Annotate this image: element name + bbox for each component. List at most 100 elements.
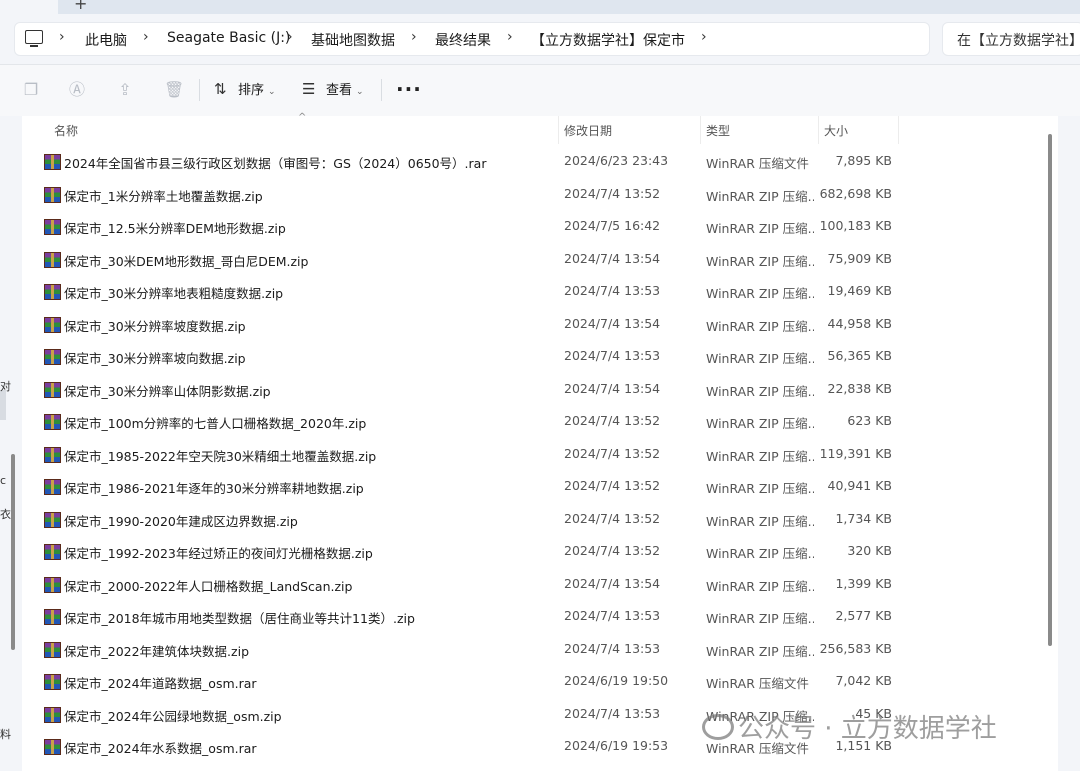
file-row[interactable]: 保定市_30米分辨率山体阴影数据.zip 2024/7/4 13:54 WinRAR… [22, 374, 1058, 406]
nav-selected-item[interactable] [0, 390, 6, 420]
file-name: 保定市_2022年建筑体块数据.zip [64, 644, 250, 659]
delete-icon[interactable]: 🗑 [164, 81, 184, 99]
chevron-right-icon[interactable]: › [411, 29, 417, 45]
file-size: 1,734 KB [835, 511, 892, 526]
chevron-right-icon[interactable]: › [287, 29, 293, 45]
winrar-archive-icon [44, 739, 61, 755]
sort-label: 排序 [238, 83, 265, 98]
file-name: 保定市_30米DEM地形数据_哥白尼DEM.zip [64, 254, 309, 269]
nav-item-fragment[interactable]: 料 [0, 726, 11, 742]
column-header-size[interactable]: 大小 [819, 116, 898, 144]
winrar-archive-icon [44, 154, 61, 170]
winrar-archive-icon [44, 219, 61, 235]
column-header-type[interactable]: 类型 [701, 116, 818, 144]
chevron-right-icon[interactable]: › [143, 29, 149, 45]
file-date: 2024/6/19 19:50 [564, 673, 669, 688]
file-size: 40,941 KB [827, 478, 892, 493]
file-row[interactable]: 保定市_12.5米分辨率DEM地形数据.zip 2024/7/5 16:42 Win… [22, 211, 1058, 243]
file-row[interactable]: 保定市_2024年道路数据_osm.rar 2024/6/19 19:50 WinR… [22, 666, 1058, 698]
file-size: 100,183 KB [819, 218, 892, 233]
active-tab[interactable] [0, 0, 58, 14]
file-size: 56,365 KB [827, 348, 892, 363]
address-bar[interactable]: › 此电脑 › Seagate Basic (J:) › 基础地图数据 › 最终… [14, 22, 930, 56]
file-row[interactable]: 保定市_30米分辨率坡向数据.zip 2024/7/4 13:53 WinRAR Z… [22, 341, 1058, 373]
file-size: 7,042 KB [835, 673, 892, 688]
winrar-archive-icon [44, 284, 61, 300]
view-label: 查看 [326, 83, 353, 98]
breadcrumb-current-folder[interactable]: 【立方数据学社】保定市 [531, 30, 685, 50]
breadcrumb-this-pc[interactable]: 此电脑 [85, 30, 127, 50]
breadcrumb-folder-base-maps[interactable]: 基础地图数据 [311, 30, 395, 50]
file-name: 保定市_1985-2022年空天院30米精细土地覆盖数据.zip [64, 449, 377, 464]
nav-item-fragment[interactable]: 衣 [0, 506, 11, 522]
file-row[interactable]: 保定市_30米分辨率地表粗糙度数据.zip 2024/7/4 13:53 WinRA… [22, 276, 1058, 308]
file-row[interactable]: 保定市_1985-2022年空天院30米精细土地覆盖数据.zip 2024/7/4… [22, 439, 1058, 471]
column-header-date[interactable]: 修改日期 [559, 116, 700, 144]
file-name: 保定市_1米分辨率土地覆盖数据.zip [64, 189, 263, 204]
file-date: 2024/6/19 19:53 [564, 738, 669, 753]
column-divider[interactable] [898, 116, 899, 144]
file-row[interactable]: 保定市_30米DEM地形数据_哥白尼DEM.zip 2024/7/4 13:54 W… [22, 244, 1058, 276]
file-row[interactable]: 保定市_1992-2023年经过矫正的夜间灯光栅格数据.zip 2024/7/4 … [22, 536, 1058, 568]
nav-item-fragment[interactable]: c [0, 474, 6, 487]
winrar-archive-icon [44, 447, 61, 463]
file-name: 保定市_1986-2021年逐年的30米分辨率耕地数据.zip [64, 481, 364, 496]
search-placeholder: 在【立方数据学社】保... [957, 33, 1080, 49]
breadcrumb-drive[interactable]: Seagate Basic (J:) [167, 30, 290, 46]
file-row[interactable]: 保定市_100m分辨率的七普人口栅格数据_2020年.zip 2024/7/4 1… [22, 406, 1058, 438]
file-list-scrollbar[interactable] [1048, 134, 1052, 646]
file-size: 75,909 KB [827, 251, 892, 266]
rename-icon[interactable]: Ⓐ [68, 81, 86, 99]
file-name: 2024年全国省市县三级行政区划数据（审图号：GS（2024）0650号）.ra… [64, 156, 487, 171]
computer-icon[interactable] [25, 30, 43, 47]
view-button[interactable]: ☰ 查看 ⌄ [302, 79, 364, 103]
file-size: 119,391 KB [819, 446, 892, 461]
file-type: WinRAR 压缩文件 [706, 156, 809, 171]
chevron-right-icon[interactable]: › [59, 29, 65, 45]
file-row[interactable]: 保定市_2000-2022年人口栅格数据_LandScan.zip 2024/7/… [22, 569, 1058, 601]
tab-strip: + [0, 0, 1080, 14]
file-date: 2024/7/4 13:53 [564, 283, 661, 298]
file-name: 保定市_2000-2022年人口栅格数据_LandScan.zip [64, 579, 353, 594]
file-name: 保定市_2024年水系数据_osm.rar [64, 741, 257, 756]
file-date: 2024/7/4 13:52 [564, 186, 661, 201]
winrar-archive-icon [44, 642, 61, 658]
file-row[interactable]: 保定市_1米分辨率土地覆盖数据.zip 2024/7/4 13:52 WinRAR … [22, 179, 1058, 211]
file-type: WinRAR 压缩文件 [706, 676, 809, 691]
nav-item-fragment[interactable]: 对 [0, 378, 11, 394]
file-name: 保定市_30米分辨率山体阴影数据.zip [64, 384, 271, 399]
file-date: 2024/7/4 13:52 [564, 446, 661, 461]
more-options-button[interactable]: ··· [396, 77, 422, 101]
search-box[interactable]: 在【立方数据学社】保... [942, 22, 1080, 56]
winrar-archive-icon [44, 382, 61, 398]
file-name: 保定市_100m分辨率的七普人口栅格数据_2020年.zip [64, 416, 367, 431]
file-date: 2024/7/4 13:53 [564, 706, 661, 721]
new-tab-button[interactable]: + [74, 0, 87, 13]
file-type: WinRAR ZIP 压缩... [706, 189, 814, 204]
sort-icon: ⇅ [214, 80, 227, 98]
file-row[interactable]: 2024年全国省市县三级行政区划数据（审图号：GS（2024）0650号）.ra… [22, 146, 1058, 178]
nav-scrollbar[interactable] [11, 454, 15, 650]
chevron-down-icon: ⌄ [356, 87, 364, 97]
winrar-archive-icon [44, 674, 61, 690]
file-date: 2024/7/4 13:52 [564, 413, 661, 428]
navigation-pane[interactable]: 对 c 衣 料 [0, 116, 22, 771]
winrar-archive-icon [44, 707, 61, 723]
copy-icon[interactable]: ❐ [22, 81, 40, 99]
winrar-archive-icon [44, 317, 61, 333]
file-row[interactable]: 保定市_1990-2020年建成区边界数据.zip 2024/7/4 13:52 W… [22, 504, 1058, 536]
chevron-right-icon[interactable]: › [507, 29, 513, 45]
share-icon[interactable]: ⇪ [116, 81, 134, 99]
winrar-archive-icon [44, 187, 61, 203]
file-row[interactable]: 保定市_2018年城市用地类型数据（居住商业等共计11类）.zip 2024/7/… [22, 601, 1058, 633]
file-row[interactable]: 保定市_2022年建筑体块数据.zip 2024/7/4 13:53 WinRAR … [22, 634, 1058, 666]
file-type: WinRAR ZIP 压缩... [706, 416, 814, 431]
file-date: 2024/7/4 13:53 [564, 608, 661, 623]
file-type: WinRAR ZIP 压缩... [706, 546, 814, 561]
file-row[interactable]: 保定市_30米分辨率坡度数据.zip 2024/7/4 13:54 WinRAR Z… [22, 309, 1058, 341]
file-row[interactable]: 保定市_1986-2021年逐年的30米分辨率耕地数据.zip 2024/7/4 … [22, 471, 1058, 503]
column-header-name[interactable]: 名称 [22, 116, 558, 144]
breadcrumb-folder-results[interactable]: 最终结果 [435, 30, 491, 50]
sort-button[interactable]: ⇅ 排序 ⌄ [214, 79, 276, 103]
chevron-right-icon[interactable]: › [701, 29, 707, 45]
